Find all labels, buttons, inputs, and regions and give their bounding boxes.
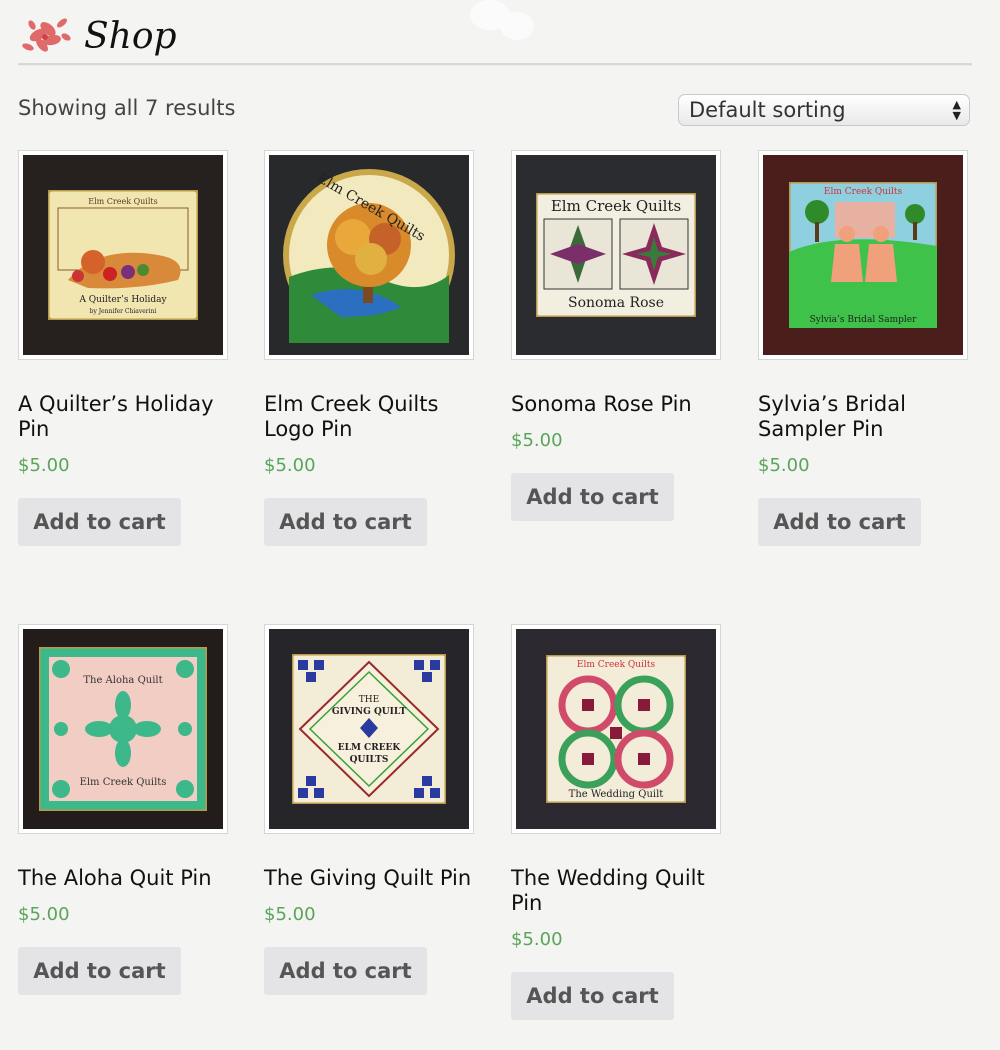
product-price: $5.00 [18, 455, 70, 476]
product-name[interactable]: The Wedding Quilt Pin [511, 866, 726, 916]
select-arrows-icon: ▲ ▼ [952, 98, 961, 122]
product-thumbnail[interactable]: The Aloha Quilt Elm Creek Quilts [18, 624, 228, 834]
title-divider [18, 63, 972, 66]
pin-text: The Aloha Quilt [83, 675, 162, 686]
pin-text: The Wedding Quilt [569, 789, 664, 800]
product-thumbnail[interactable]: Elm Creek Quilts Sonoma Rose [511, 150, 721, 360]
product-photo: Elm Creek Quilts Sonoma Rose [516, 155, 716, 355]
sort-select[interactable]: Default sorting ▲ ▼ [678, 94, 970, 126]
product-thumbnail[interactable]: Elm Creek Quilts Sylvia’s Bridal Sampler [758, 150, 968, 360]
pin-image: Elm Creek Quilts Sonoma Rose [536, 193, 696, 317]
add-to-cart-button[interactable]: Add to cart [758, 498, 921, 546]
pin-image: The Aloha Quilt Elm Creek Quilts [39, 647, 207, 811]
pin-image: Elm Creek Quilts [283, 169, 455, 343]
pin-image: Elm Creek Quilts The Wedding Quilt [546, 655, 686, 803]
page-header: Shop [18, 6, 177, 64]
add-to-cart-button[interactable]: Add to cart [264, 947, 427, 995]
add-to-cart-button[interactable]: Add to cart [18, 498, 181, 546]
pin-text: Elm Creek Quilts [577, 660, 656, 670]
pin-text: THE [359, 695, 379, 705]
product-photo: Elm Creek Quilts The Wedding Quilt [516, 629, 716, 829]
flower-logo-icon [22, 18, 71, 52]
add-to-cart-button[interactable]: Add to cart [511, 972, 674, 1020]
product-photo: The Aloha Quilt Elm Creek Quilts [23, 629, 223, 829]
product-thumbnail[interactable]: THE GIVING QUILT ELM CREEK QUILTS [264, 624, 474, 834]
background-blob [500, 12, 534, 40]
product-name[interactable]: A Quilter’s Holiday Pin [18, 392, 233, 442]
product-name[interactable]: The Giving Quilt Pin [264, 866, 479, 891]
pin-text: Elm Creek Quilts [551, 197, 681, 215]
pin-text: by Jennifer Chiaverini [90, 308, 157, 315]
product-name[interactable]: Sonoma Rose Pin [511, 392, 726, 417]
pin-text: ELM CREEK [338, 743, 402, 753]
pin-text: Elm Creek Quilts [80, 777, 167, 788]
product-name[interactable]: Sylvia’s Bridal Sampler Pin [758, 392, 973, 442]
pin-image: Elm Creek Quilts Sylvia’s Bridal Sampler [789, 182, 937, 328]
product-photo: THE GIVING QUILT ELM CREEK QUILTS [269, 629, 469, 829]
product-price: $5.00 [18, 904, 70, 925]
product-photo: Elm Creek Quilts [269, 155, 469, 355]
product-card: Elm Creek Quilts Sonoma Rose Sonoma Rose… [511, 150, 726, 521]
result-count: Showing all 7 results [18, 96, 236, 120]
page-title: Shop [84, 15, 177, 57]
pin-text: QUILTS [350, 755, 389, 765]
pin-text: Elm Creek Quilts [824, 187, 903, 197]
product-card: The Aloha Quilt Elm Creek Quilts The Alo… [18, 624, 233, 995]
pin-text: Sylvia’s Bridal Sampler [810, 315, 917, 325]
pin-image: THE GIVING QUILT ELM CREEK QUILTS [292, 654, 446, 804]
product-name[interactable]: Elm Creek Quilts Logo Pin [264, 392, 479, 442]
add-to-cart-button[interactable]: Add to cart [18, 947, 181, 995]
product-price: $5.00 [511, 430, 563, 451]
product-card: Elm Creek Quilts The Wedding Quilt The W… [511, 624, 726, 1020]
add-to-cart-button[interactable]: Add to cart [511, 473, 674, 521]
product-card: Elm Creek Quilts Sylvia’s Bridal Sampler… [758, 150, 973, 546]
product-price: $5.00 [511, 929, 563, 950]
pin-text: Sonoma Rose [568, 295, 664, 311]
product-price: $5.00 [758, 455, 810, 476]
product-name[interactable]: The Aloha Quit Pin [18, 866, 233, 891]
pin-text: Elm Creek Quilts [88, 197, 157, 206]
sort-selected-value: Default sorting [689, 98, 846, 122]
product-price: $5.00 [264, 455, 316, 476]
product-price: $5.00 [264, 904, 316, 925]
product-thumbnail[interactable]: Elm Creek Quilts [264, 150, 474, 360]
pin-text: A Quilter’s Holiday [78, 295, 167, 305]
product-photo: Elm Creek Quilts A Quilter’s Holiday by … [23, 155, 223, 355]
product-card: Elm Creek Quilts A Quilter’s Holiday by … [18, 150, 233, 546]
product-thumbnail[interactable]: Elm Creek Quilts A Quilter’s Holiday by … [18, 150, 228, 360]
add-to-cart-button[interactable]: Add to cart [264, 498, 427, 546]
product-thumbnail[interactable]: Elm Creek Quilts The Wedding Quilt [511, 624, 721, 834]
pin-text: GIVING QUILT [332, 707, 407, 717]
pin-image: Elm Creek Quilts A Quilter’s Holiday by … [48, 190, 198, 320]
product-card: Elm Creek Quilts Elm Creek Quilts Logo P… [264, 150, 479, 546]
product-photo: Elm Creek Quilts Sylvia’s Bridal Sampler [763, 155, 963, 355]
product-card: THE GIVING QUILT ELM CREEK QUILTS The Gi… [264, 624, 479, 995]
